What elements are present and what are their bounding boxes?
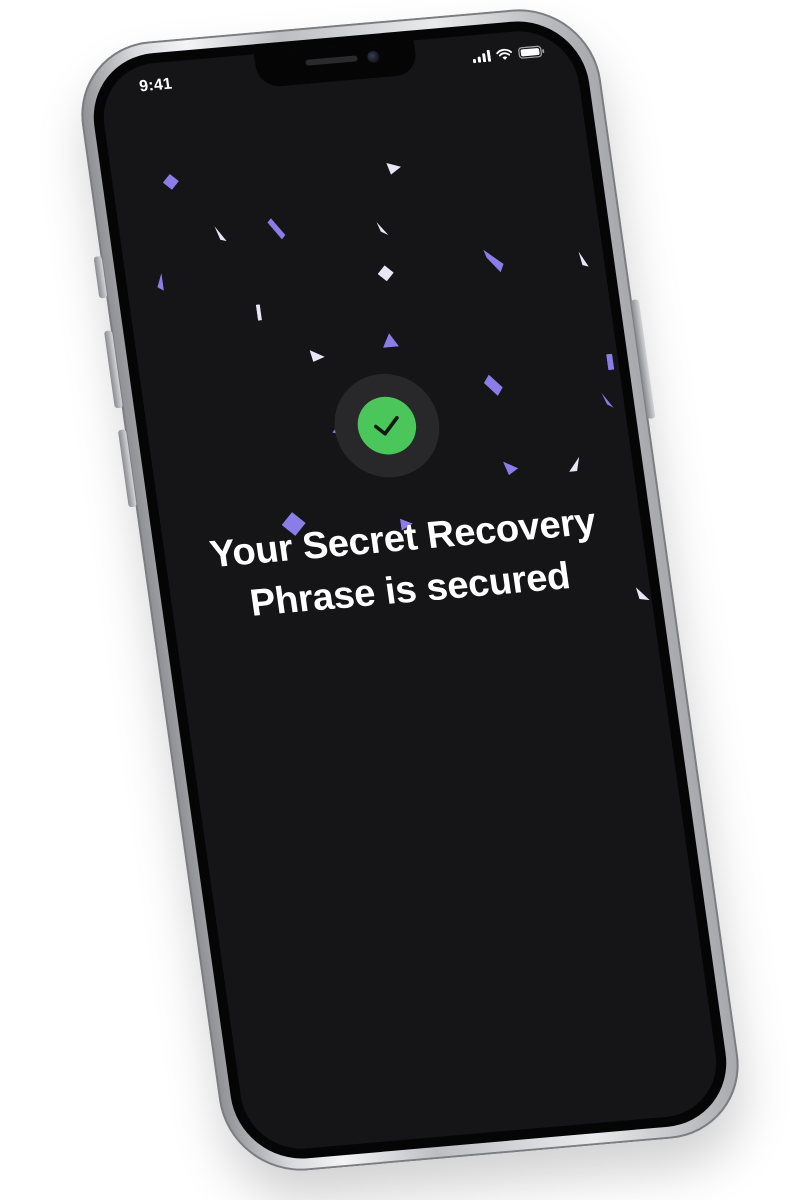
confetti-piece: [377, 265, 394, 282]
mockup-stage: 9:41 Your Secret Recovery Phrase is secu…: [0, 0, 800, 1200]
confetti-piece: [383, 333, 399, 348]
confetti-piece: [162, 173, 179, 190]
success-check-circle: [353, 394, 420, 457]
confetti-piece: [386, 163, 402, 175]
phone-screen: 9:41 Your Secret Recovery Phrase is secu…: [96, 26, 724, 1154]
confetti-piece: [309, 350, 325, 362]
confetti-piece: [483, 374, 503, 396]
confetti-piece: [601, 392, 614, 408]
confetti-piece: [578, 251, 589, 267]
confetti-piece: [483, 249, 504, 273]
confetti-piece: [635, 587, 650, 601]
confetti-piece: [157, 272, 164, 291]
confetti-piece: [255, 304, 263, 321]
confetti-piece: [503, 461, 519, 476]
confetti-piece: [376, 222, 389, 236]
confetti-piece: [606, 353, 615, 371]
confetti-piece: [214, 226, 227, 242]
check-icon: [374, 415, 399, 436]
confetti-piece: [267, 218, 286, 240]
phone-mockup: 9:41 Your Secret Recovery Phrase is secu…: [71, 2, 749, 1178]
confetti-piece: [569, 456, 580, 472]
